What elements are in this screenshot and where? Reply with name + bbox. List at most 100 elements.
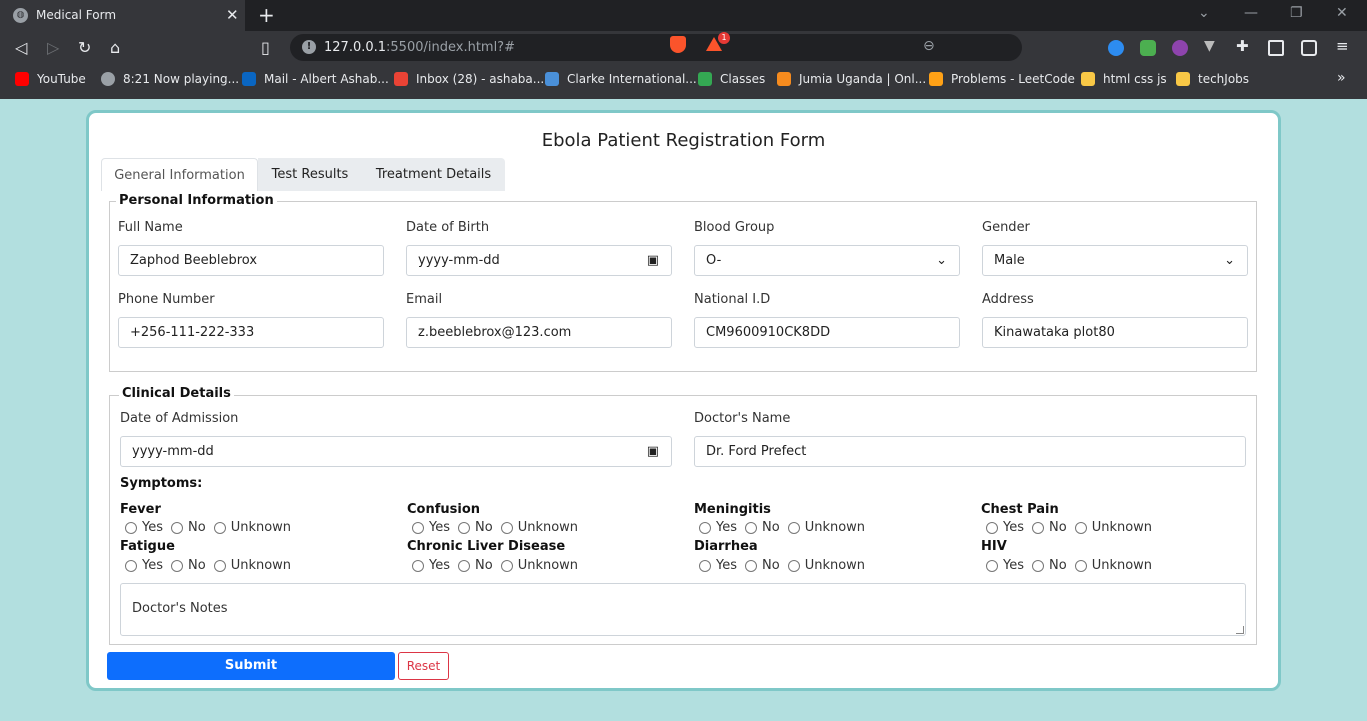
confusion-yes-radio[interactable]: Yes: [412, 520, 450, 535]
doctor-notes-textarea[interactable]: Doctor's Notes: [120, 583, 1246, 636]
calendar-icon[interactable]: ▣: [647, 246, 659, 275]
blood-group-select[interactable]: O- ⌄: [694, 245, 960, 276]
wallet-icon[interactable]: [1301, 40, 1317, 56]
back-icon[interactable]: ◁: [15, 38, 27, 57]
shazam-extension-icon[interactable]: [1108, 40, 1124, 56]
fatigue-unknown-radio[interactable]: Unknown: [213, 558, 291, 573]
radio-circle[interactable]: [213, 559, 226, 572]
doctor-name-input[interactable]: Dr. Ford Prefect: [694, 436, 1246, 467]
bookmark-youtube[interactable]: YouTube: [15, 72, 86, 86]
radio-circle[interactable]: [458, 559, 470, 572]
national-id-input[interactable]: CM9600910CK8DD: [694, 317, 960, 348]
radio-circle[interactable]: [125, 521, 137, 534]
bookmark-clarke[interactable]: Clarke International...: [545, 72, 697, 86]
email-input[interactable]: z.beeblebrox@123.com: [406, 317, 672, 348]
fever-no-radio[interactable]: No: [171, 520, 206, 535]
brave-shields-icon[interactable]: [670, 36, 686, 53]
radio-circle[interactable]: [125, 559, 137, 572]
radio-circle[interactable]: [500, 559, 513, 572]
hiv-no-radio[interactable]: No: [1032, 558, 1067, 573]
calendar-icon[interactable]: ▣: [647, 437, 659, 466]
forward-icon[interactable]: ▷: [47, 38, 59, 57]
bookmark-classes[interactable]: Classes: [698, 72, 765, 86]
radio-circle[interactable]: [1032, 521, 1044, 534]
submit-button[interactable]: Submit: [107, 652, 395, 680]
menu-icon[interactable]: ≡: [1336, 37, 1352, 55]
radio-circle[interactable]: [787, 521, 800, 534]
bookmark-jumia[interactable]: Jumia Uganda | Onl...: [777, 72, 926, 86]
zoom-icon[interactable]: ⊖: [923, 38, 935, 54]
radio-circle[interactable]: [1074, 559, 1087, 572]
radio-circle[interactable]: [787, 559, 800, 572]
extensions-puzzle-icon[interactable]: ✚: [1236, 37, 1252, 55]
fever-unknown-radio[interactable]: Unknown: [213, 520, 291, 535]
tab-test-results[interactable]: Test Results: [258, 158, 362, 191]
more-bookmarks-icon[interactable]: »: [1337, 70, 1346, 86]
diarrhea-no-radio[interactable]: No: [745, 558, 780, 573]
chest-pain-no-radio[interactable]: No: [1032, 520, 1067, 535]
home-icon[interactable]: ⌂: [110, 38, 120, 57]
diarrhea-unknown-radio[interactable]: Unknown: [787, 558, 865, 573]
radio-circle[interactable]: [1074, 521, 1087, 534]
phone-input[interactable]: +256-111-222-333: [118, 317, 384, 348]
tab-search-icon[interactable]: ⌄: [1198, 5, 1210, 21]
radio-circle[interactable]: [213, 521, 226, 534]
confusion-unknown-radio[interactable]: Unknown: [500, 520, 578, 535]
radio-circle[interactable]: [412, 559, 424, 572]
radio-circle[interactable]: [699, 521, 711, 534]
radio-circle[interactable]: [1032, 559, 1044, 572]
radio-circle[interactable]: [699, 559, 711, 572]
window-close-icon[interactable]: ✕: [1336, 5, 1348, 21]
dob-input[interactable]: yyyy-mm-dd ▣: [406, 245, 672, 276]
liver-yes-radio[interactable]: Yes: [412, 558, 450, 573]
radio-circle[interactable]: [171, 521, 183, 534]
sidebar-icon[interactable]: [1268, 40, 1284, 56]
fatigue-no-radio[interactable]: No: [171, 558, 206, 573]
minimize-icon[interactable]: —: [1244, 5, 1258, 21]
tab-treatment-details[interactable]: Treatment Details: [362, 158, 505, 191]
meningitis-yes-radio[interactable]: Yes: [699, 520, 737, 535]
fatigue-yes-radio[interactable]: Yes: [125, 558, 163, 573]
radio-circle[interactable]: [458, 521, 470, 534]
resize-handle-icon[interactable]: [1236, 626, 1244, 634]
bookmark-leetcode[interactable]: Problems - LeetCode: [929, 72, 1075, 86]
radio-circle[interactable]: [986, 559, 998, 572]
meningitis-no-radio[interactable]: No: [745, 520, 780, 535]
tab-general-information[interactable]: General Information: [101, 158, 258, 191]
radio-circle[interactable]: [745, 559, 757, 572]
close-tab-icon[interactable]: ✕: [226, 6, 239, 24]
full-name-input[interactable]: Zaphod Beeblebrox: [118, 245, 384, 276]
restore-icon[interactable]: ❐: [1290, 5, 1303, 21]
radio-circle[interactable]: [171, 559, 183, 572]
bookmark-folder-html[interactable]: html css js: [1081, 72, 1167, 86]
radio-circle[interactable]: [745, 521, 757, 534]
site-info-icon[interactable]: !: [302, 40, 316, 54]
color-extension-icon[interactable]: [1140, 40, 1156, 56]
radio-circle[interactable]: [986, 521, 998, 534]
radio-circle[interactable]: [500, 521, 513, 534]
vue-extension-icon[interactable]: ▼: [1204, 38, 1220, 54]
confusion-no-radio[interactable]: No: [458, 520, 493, 535]
bookmark-icon[interactable]: ▯: [261, 38, 270, 57]
hiv-yes-radio[interactable]: Yes: [986, 558, 1024, 573]
reload-icon[interactable]: ↻: [78, 38, 91, 57]
chest-pain-unknown-radio[interactable]: Unknown: [1074, 520, 1152, 535]
diarrhea-yes-radio[interactable]: Yes: [699, 558, 737, 573]
bookmark-folder-techjobs[interactable]: techJobs: [1176, 72, 1249, 86]
hiv-unknown-radio[interactable]: Unknown: [1074, 558, 1152, 573]
bookmark-inbox[interactable]: Inbox (28) - ashaba...: [394, 72, 544, 86]
chest-pain-yes-radio[interactable]: Yes: [986, 520, 1024, 535]
bookmark-mail[interactable]: Mail - Albert Ashab...: [242, 72, 389, 86]
liver-unknown-radio[interactable]: Unknown: [500, 558, 578, 573]
admission-date-input[interactable]: yyyy-mm-dd ▣: [120, 436, 672, 467]
fever-yes-radio[interactable]: Yes: [125, 520, 163, 535]
address-bar[interactable]: ! 127.0.0.1:5500/index.html?# ⊖: [290, 34, 1022, 61]
new-tab-icon[interactable]: +: [258, 3, 275, 27]
radio-circle[interactable]: [412, 521, 424, 534]
liver-no-radio[interactable]: No: [458, 558, 493, 573]
globe-extension-icon[interactable]: [1172, 40, 1188, 56]
gender-select[interactable]: Male ⌄: [982, 245, 1248, 276]
browser-tab[interactable]: ◍ Medical Form ✕: [0, 0, 245, 31]
bookmark-now-playing[interactable]: 8:21 Now playing...: [101, 72, 239, 86]
address-input[interactable]: Kinawataka plot80: [982, 317, 1248, 348]
